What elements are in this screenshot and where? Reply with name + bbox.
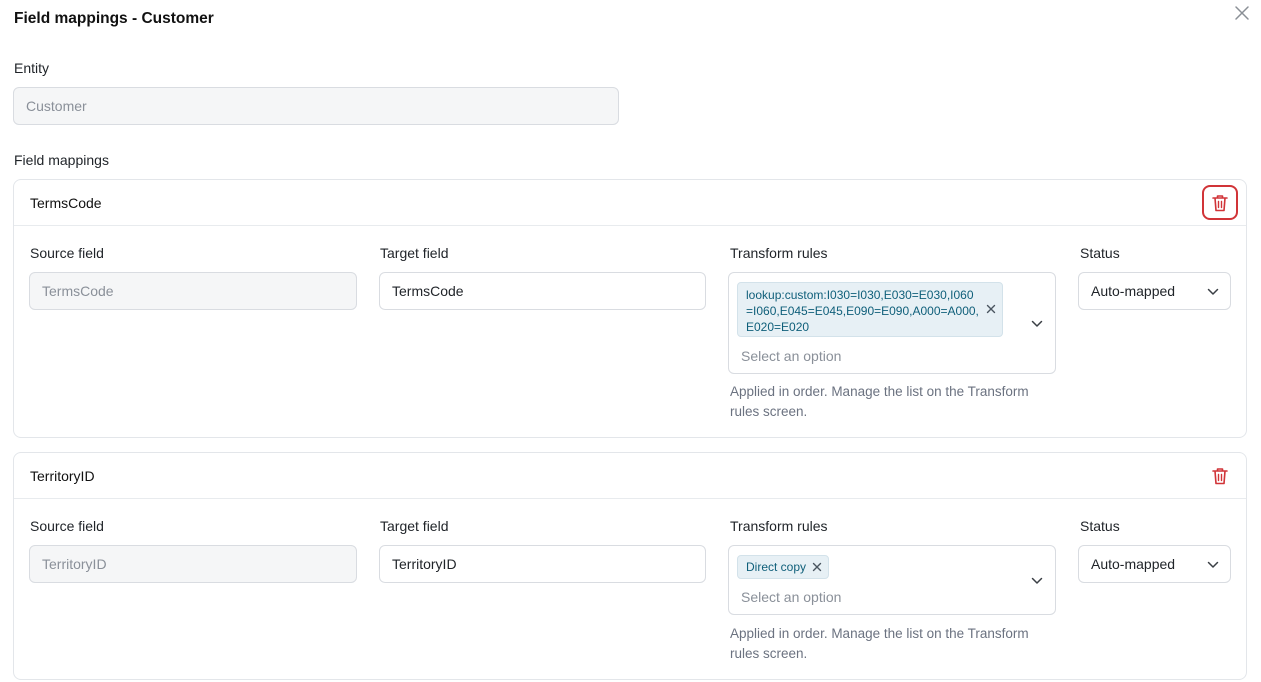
transform-rules-placeholder: Select an option [741, 348, 842, 364]
trash-icon [1212, 467, 1228, 484]
status-select[interactable]: Auto-mapped [1078, 272, 1231, 310]
source-field-label: Source field [30, 245, 104, 261]
mapping-card-header: TermsCode [14, 180, 1246, 226]
mapping-card: TerritoryID Source field Target field Tr… [13, 452, 1247, 680]
status-label: Status [1080, 518, 1120, 534]
remove-tag-icon[interactable] [812, 562, 822, 572]
dialog-title: Field mappings - Customer [14, 10, 214, 27]
delete-mapping-button[interactable] [1202, 185, 1238, 220]
target-field-label: Target field [380, 518, 449, 534]
target-field-label: Target field [380, 245, 449, 261]
mapping-card-header: TerritoryID [14, 453, 1246, 499]
transform-rules-help: Applied in order. Manage the list on the… [730, 626, 1029, 661]
chevron-down-icon [1207, 561, 1219, 569]
transform-rule-tag-label: lookup:custom:I030=I030,E030=E030,I060=I… [746, 288, 979, 334]
source-field-input[interactable] [29, 272, 357, 310]
target-field-input[interactable] [379, 545, 706, 583]
chevron-down-icon [1031, 577, 1043, 585]
transform-rule-tag-label: Direct copy [746, 560, 807, 574]
close-icon[interactable] [1233, 4, 1251, 22]
mapping-name: TerritoryID [30, 468, 95, 484]
delete-mapping-button[interactable] [1202, 458, 1238, 493]
transform-rules-select[interactable]: Direct copy Select an option [728, 545, 1056, 615]
transform-rules-label: Transform rules [730, 245, 828, 261]
mapping-card: TermsCode Source field Target field Tran… [13, 179, 1247, 438]
transform-rule-tag: lookup:custom:I030=I030,E030=E030,I060=I… [737, 282, 1003, 337]
transform-rules-help: Applied in order. Manage the list on the… [730, 384, 1029, 419]
entity-field[interactable] [13, 87, 619, 125]
status-value: Auto-mapped [1091, 556, 1176, 572]
transform-rule-tag: Direct copy [737, 555, 830, 579]
transform-rules-placeholder: Select an option [741, 589, 842, 605]
remove-tag-icon[interactable] [986, 304, 996, 314]
status-select[interactable]: Auto-mapped [1078, 545, 1231, 583]
source-field-label: Source field [30, 518, 104, 534]
entity-label: Entity [14, 60, 50, 76]
transform-rules-label: Transform rules [730, 518, 828, 534]
field-mappings-dialog: Field mappings - Customer Entity Field m… [0, 0, 1261, 682]
chevron-down-icon [1207, 288, 1219, 296]
target-field-input[interactable] [379, 272, 706, 310]
transform-rules-select[interactable]: lookup:custom:I030=I030,E030=E030,I060=I… [728, 272, 1056, 374]
field-mappings-label: Field mappings [14, 152, 109, 168]
chevron-down-icon [1031, 320, 1043, 328]
mapping-name: TermsCode [30, 195, 102, 211]
status-label: Status [1080, 245, 1120, 261]
trash-icon [1212, 194, 1228, 211]
status-value: Auto-mapped [1091, 283, 1176, 299]
source-field-input[interactable] [29, 545, 357, 583]
